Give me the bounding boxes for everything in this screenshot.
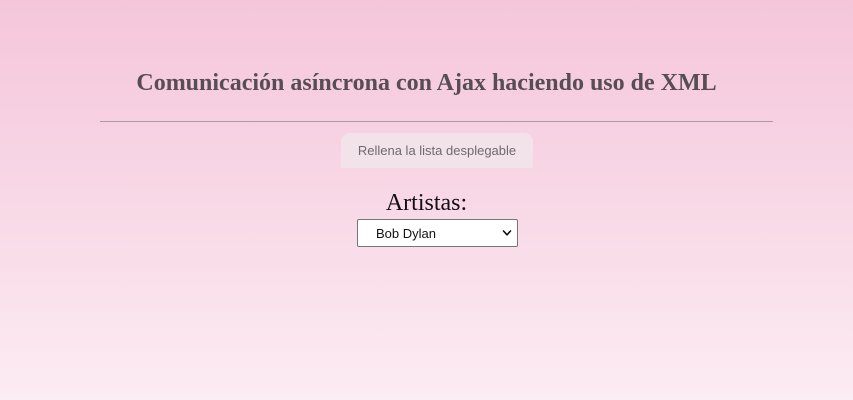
artists-select[interactable]: Bob Dylan xyxy=(357,219,518,247)
fill-dropdown-button[interactable]: Rellena la lista desplegable xyxy=(341,133,533,168)
artists-select-wrapper: Bob Dylan xyxy=(357,219,518,247)
page-title: Comunicación asíncrona con Ajax haciendo… xyxy=(136,70,717,96)
title-divider xyxy=(100,121,773,122)
artists-label: Artistas: xyxy=(385,190,468,216)
